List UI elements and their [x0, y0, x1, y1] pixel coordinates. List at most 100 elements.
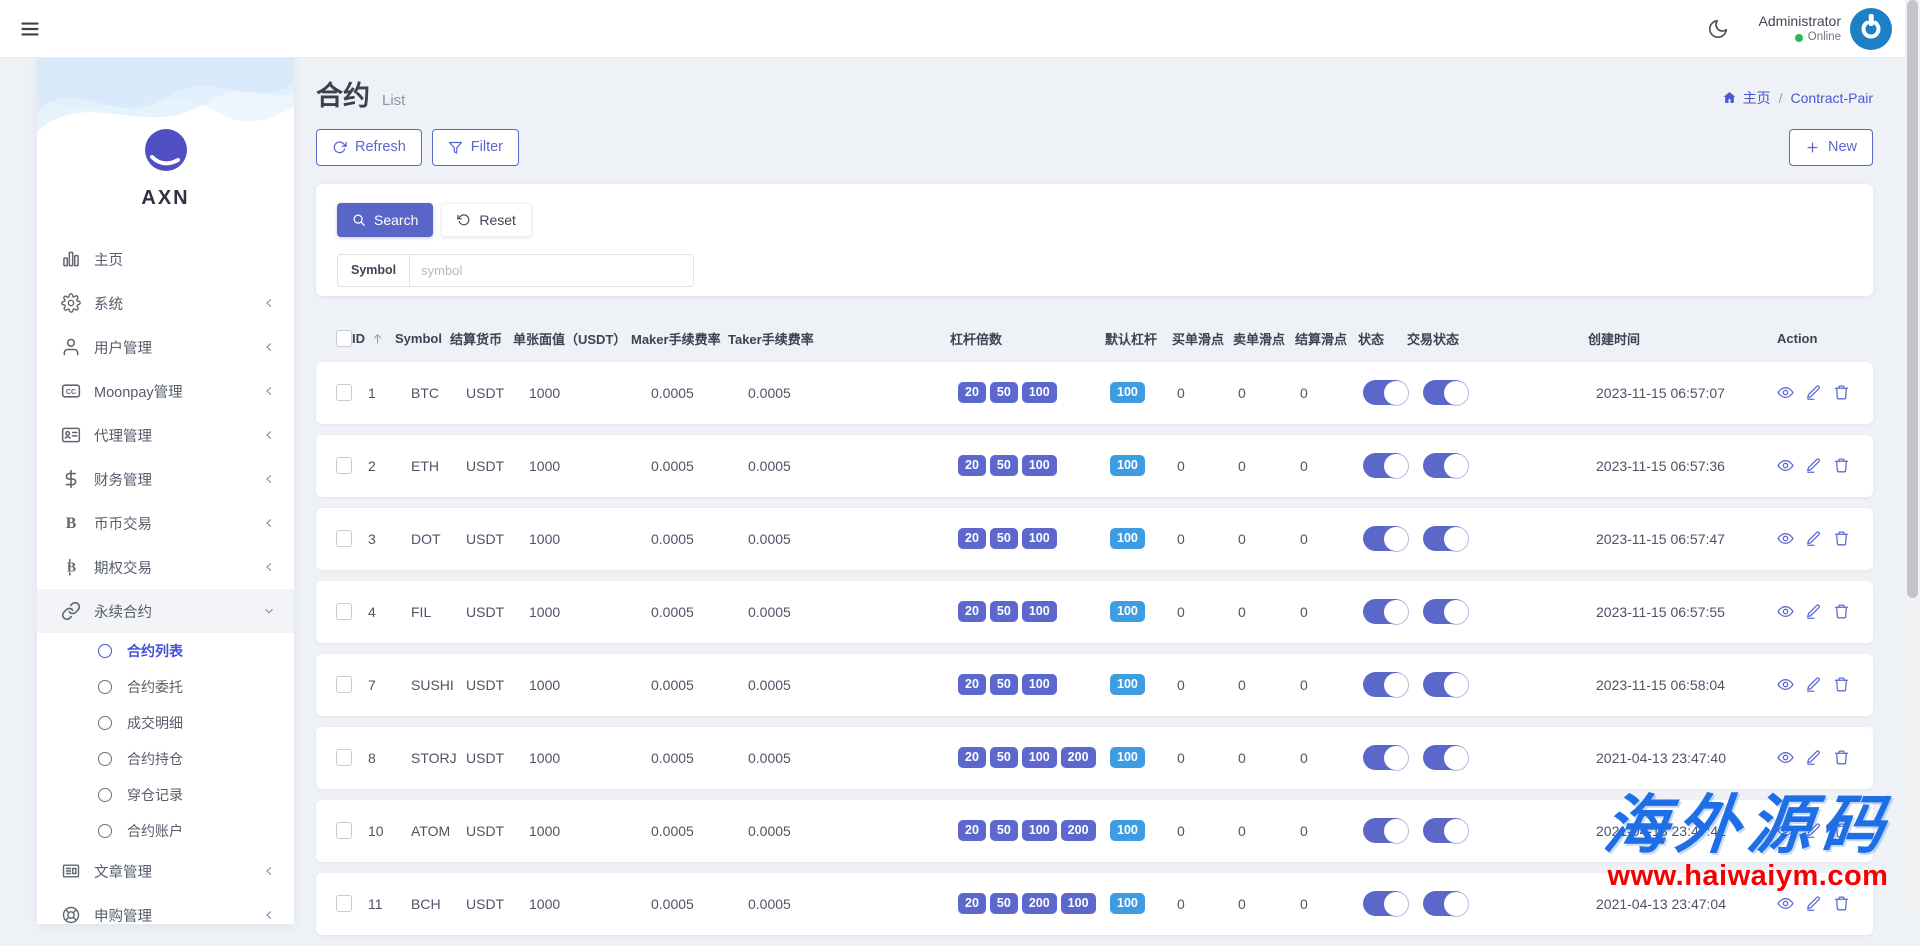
row-checkbox[interactable]: [336, 749, 352, 766]
row-checkbox[interactable]: [336, 895, 352, 912]
sidebar-item-agent-management[interactable]: 代理管理: [37, 413, 294, 457]
sidebar-item-user-management[interactable]: 用户管理: [37, 325, 294, 369]
sidebar-item-perpetual-contract[interactable]: 永续合约: [37, 589, 294, 633]
sidebar-subitem-contract-orders[interactable]: 合约委托: [37, 669, 294, 705]
status-toggle-on[interactable]: [1363, 745, 1407, 770]
sidebar-item-moonpay-management[interactable]: CCMoonpay管理: [37, 369, 294, 413]
trade-status-toggle-on[interactable]: [1423, 453, 1467, 478]
view-action-icon[interactable]: [1777, 530, 1794, 547]
view-action-icon[interactable]: [1777, 676, 1794, 693]
col-header-id[interactable]: ID: [352, 331, 395, 346]
symbol-input[interactable]: [410, 255, 693, 286]
delete-action-icon[interactable]: [1833, 676, 1850, 693]
sidebar-item-home[interactable]: 主页: [37, 237, 294, 281]
scrollbar-thumb[interactable]: [1907, 0, 1918, 598]
row-checkbox[interactable]: [336, 530, 352, 547]
trade-status-toggle-on[interactable]: [1423, 818, 1467, 843]
edit-action-icon[interactable]: [1805, 822, 1822, 839]
edit-action-icon[interactable]: [1805, 676, 1822, 693]
view-action-icon[interactable]: [1777, 749, 1794, 766]
trade-status-toggle-on[interactable]: [1423, 891, 1467, 916]
sidebar-item-article-management[interactable]: 文章管理: [37, 849, 294, 893]
delete-action-icon[interactable]: [1833, 530, 1850, 547]
row-checkbox[interactable]: [336, 457, 352, 474]
cell-buy-slippage: 0: [1172, 604, 1233, 620]
sidebar-subitem-liquidation-records[interactable]: 穿仓记录: [37, 777, 294, 813]
sidebar-logo[interactable]: AXN: [37, 57, 294, 210]
select-all-checkbox[interactable]: [336, 330, 352, 347]
sidebar-item-subscription-management[interactable]: 申购管理: [37, 893, 294, 924]
leverage-badge: 100: [1022, 747, 1057, 768]
cell-default-leverage: 100: [1105, 601, 1172, 622]
cell-id: 8: [352, 750, 395, 766]
status-toggle-on[interactable]: [1363, 453, 1407, 478]
view-action-icon[interactable]: [1777, 384, 1794, 401]
row-checkbox[interactable]: [336, 676, 352, 693]
filter-button[interactable]: Filter: [432, 129, 519, 166]
trade-status-toggle-on[interactable]: [1423, 672, 1467, 697]
trade-status-toggle-on[interactable]: [1423, 380, 1467, 405]
sidebar-subitem-contract-positions[interactable]: 合约持仓: [37, 741, 294, 777]
delete-action-icon[interactable]: [1833, 895, 1850, 912]
cell-status: [1358, 818, 1407, 843]
status-toggle-on[interactable]: [1363, 599, 1407, 624]
sidebar-item-options-trading[interactable]: B期权交易: [37, 545, 294, 589]
sidebar-item-system[interactable]: 系统: [37, 281, 294, 325]
page-scrollbar: [1905, 0, 1920, 924]
view-action-icon[interactable]: [1777, 895, 1794, 912]
row-checkbox[interactable]: [336, 603, 352, 620]
status-toggle-on[interactable]: [1363, 526, 1407, 551]
view-action-icon[interactable]: [1777, 457, 1794, 474]
refresh-button[interactable]: Refresh: [316, 129, 422, 166]
breadcrumb-current[interactable]: Contract-Pair: [1791, 90, 1873, 106]
edit-action-icon[interactable]: [1805, 603, 1822, 620]
edit-action-icon[interactable]: [1805, 384, 1822, 401]
dark-mode-moon-icon[interactable]: [1707, 18, 1729, 40]
search-button[interactable]: Search: [337, 203, 433, 237]
view-action-icon[interactable]: [1777, 822, 1794, 839]
sidebar-subitem-label: 合约列表: [127, 641, 183, 661]
status-toggle-on[interactable]: [1363, 672, 1407, 697]
row-select-cell: [336, 749, 352, 766]
status-toggle-on[interactable]: [1363, 380, 1407, 405]
sort-ascending-icon[interactable]: [371, 332, 384, 345]
row-checkbox[interactable]: [336, 384, 352, 401]
new-button[interactable]: New: [1789, 129, 1873, 166]
menu-toggle-icon[interactable]: [20, 19, 40, 39]
delete-action-icon[interactable]: [1833, 603, 1850, 620]
edit-action-icon[interactable]: [1805, 895, 1822, 912]
cell-settle-slippage: 0: [1295, 531, 1358, 547]
col-header-trade-status: 交易状态: [1407, 329, 1588, 348]
select-all-cell: [336, 330, 352, 347]
trade-status-toggle-on[interactable]: [1423, 526, 1467, 551]
sidebar-item-spot-trading[interactable]: B币币交易: [37, 501, 294, 545]
row-select-cell: [336, 895, 352, 912]
edit-action-icon[interactable]: [1805, 749, 1822, 766]
reset-button[interactable]: Reset: [441, 203, 532, 237]
sidebar-subitem-trade-details[interactable]: 成交明细: [37, 705, 294, 741]
delete-action-icon[interactable]: [1833, 457, 1850, 474]
status-toggle-on[interactable]: [1363, 818, 1407, 843]
trade-status-toggle-on[interactable]: [1423, 599, 1467, 624]
row-checkbox[interactable]: [336, 822, 352, 839]
delete-action-icon[interactable]: [1833, 822, 1850, 839]
edit-action-icon[interactable]: [1805, 530, 1822, 547]
user-menu[interactable]: Administrator Online: [1759, 12, 1841, 45]
cell-maker-fee: 0.0005: [631, 458, 728, 474]
sidebar-subitem-contract-accounts[interactable]: 合约账户: [37, 813, 294, 849]
delete-action-icon[interactable]: [1833, 384, 1850, 401]
cell-actions: [1777, 895, 1861, 912]
cell-face-value: 1000: [513, 458, 631, 474]
delete-action-icon[interactable]: [1833, 749, 1850, 766]
col-header-label: Taker手续费率: [728, 329, 814, 348]
sidebar-subitem-contract-list[interactable]: 合约列表: [37, 633, 294, 669]
sidebar-item-finance-management[interactable]: 财务管理: [37, 457, 294, 501]
edit-action-icon[interactable]: [1805, 457, 1822, 474]
view-action-icon[interactable]: [1777, 603, 1794, 620]
user-avatar[interactable]: [1850, 8, 1892, 50]
col-header-label: Maker手续费率: [631, 329, 721, 348]
status-toggle-on[interactable]: [1363, 891, 1407, 916]
breadcrumb-home-link[interactable]: 主页: [1722, 88, 1771, 108]
trade-status-toggle-on[interactable]: [1423, 745, 1467, 770]
cell-maker-fee: 0.0005: [631, 531, 728, 547]
